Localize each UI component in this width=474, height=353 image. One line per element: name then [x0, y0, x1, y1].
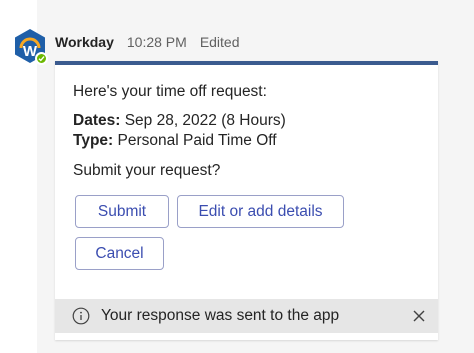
response-notice-bar: Your response was sent to the app [55, 299, 438, 333]
close-icon[interactable] [412, 309, 426, 323]
sender-name[interactable]: Workday [55, 34, 114, 50]
submit-prompt: Submit your request? [73, 162, 221, 179]
type-value: Personal Paid Time Off [113, 132, 277, 149]
edit-details-button[interactable]: Edit or add details [177, 195, 344, 228]
card-intro: Here's your time off request: [73, 83, 267, 100]
info-icon [72, 307, 90, 325]
submit-button[interactable]: Submit [75, 195, 169, 228]
dates-label: Dates: [73, 112, 121, 129]
dates-line: Dates: Sep 28, 2022 (8 Hours) [73, 112, 286, 130]
type-line: Type: Personal Paid Time Off [73, 132, 277, 150]
type-label: Type: [73, 132, 114, 149]
message-time: 10:28 PM [126, 34, 187, 50]
message-header: Workday 10:28 PM Edited [55, 32, 240, 52]
cancel-button[interactable]: Cancel [75, 237, 164, 270]
available-check-icon [35, 52, 48, 65]
notice-text: Your response was sent to the app [101, 307, 340, 324]
edited-label: Edited [199, 34, 240, 50]
dates-value: Sep 28, 2022 (8 Hours) [120, 112, 286, 129]
